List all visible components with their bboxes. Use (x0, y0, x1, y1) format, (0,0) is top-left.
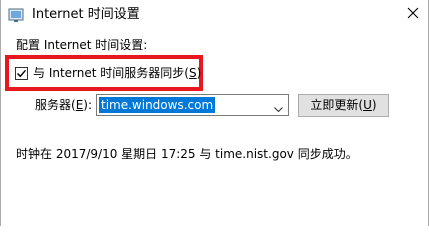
update-label-text: 立即更新( (310, 98, 364, 112)
window-title: Internet 时间设置 (32, 7, 140, 22)
sync-checkbox-label[interactable]: 与 Internet 时间服务器同步(S) (33, 65, 201, 81)
title-bar: Internet 时间设置 (1, 0, 428, 30)
close-icon (407, 7, 419, 19)
server-value[interactable]: time.windows.com (99, 97, 216, 113)
server-label: 服务器(E): (35, 97, 92, 113)
sync-status-message: 时钟在 2017/9/10 星期日 17:25 与 time.nist.gov … (16, 147, 358, 161)
update-now-button[interactable]: 立即更新(U) (298, 94, 389, 117)
settings-heading: 配置 Internet 时间设置: (16, 38, 148, 52)
server-label-text: 服务器( (35, 98, 76, 112)
sync-label-suffix: ) (196, 66, 202, 80)
server-label-suffix: ): (83, 98, 93, 112)
update-label-suffix: ) (371, 98, 377, 112)
close-button[interactable] (398, 0, 428, 26)
check-icon (17, 69, 27, 78)
internet-time-dialog: Internet 时间设置 配置 Internet 时间设置: 与 Intern… (0, 0, 429, 226)
sync-access-key: S (188, 66, 197, 80)
internet-time-icon (8, 7, 24, 23)
sync-label-text: 与 Internet 时间服务器同步( (33, 66, 189, 80)
update-access-key: U (363, 98, 372, 112)
chevron-down-icon[interactable] (273, 100, 284, 113)
server-combobox[interactable]: time.windows.com (96, 94, 289, 116)
sync-checkbox[interactable] (15, 67, 28, 80)
